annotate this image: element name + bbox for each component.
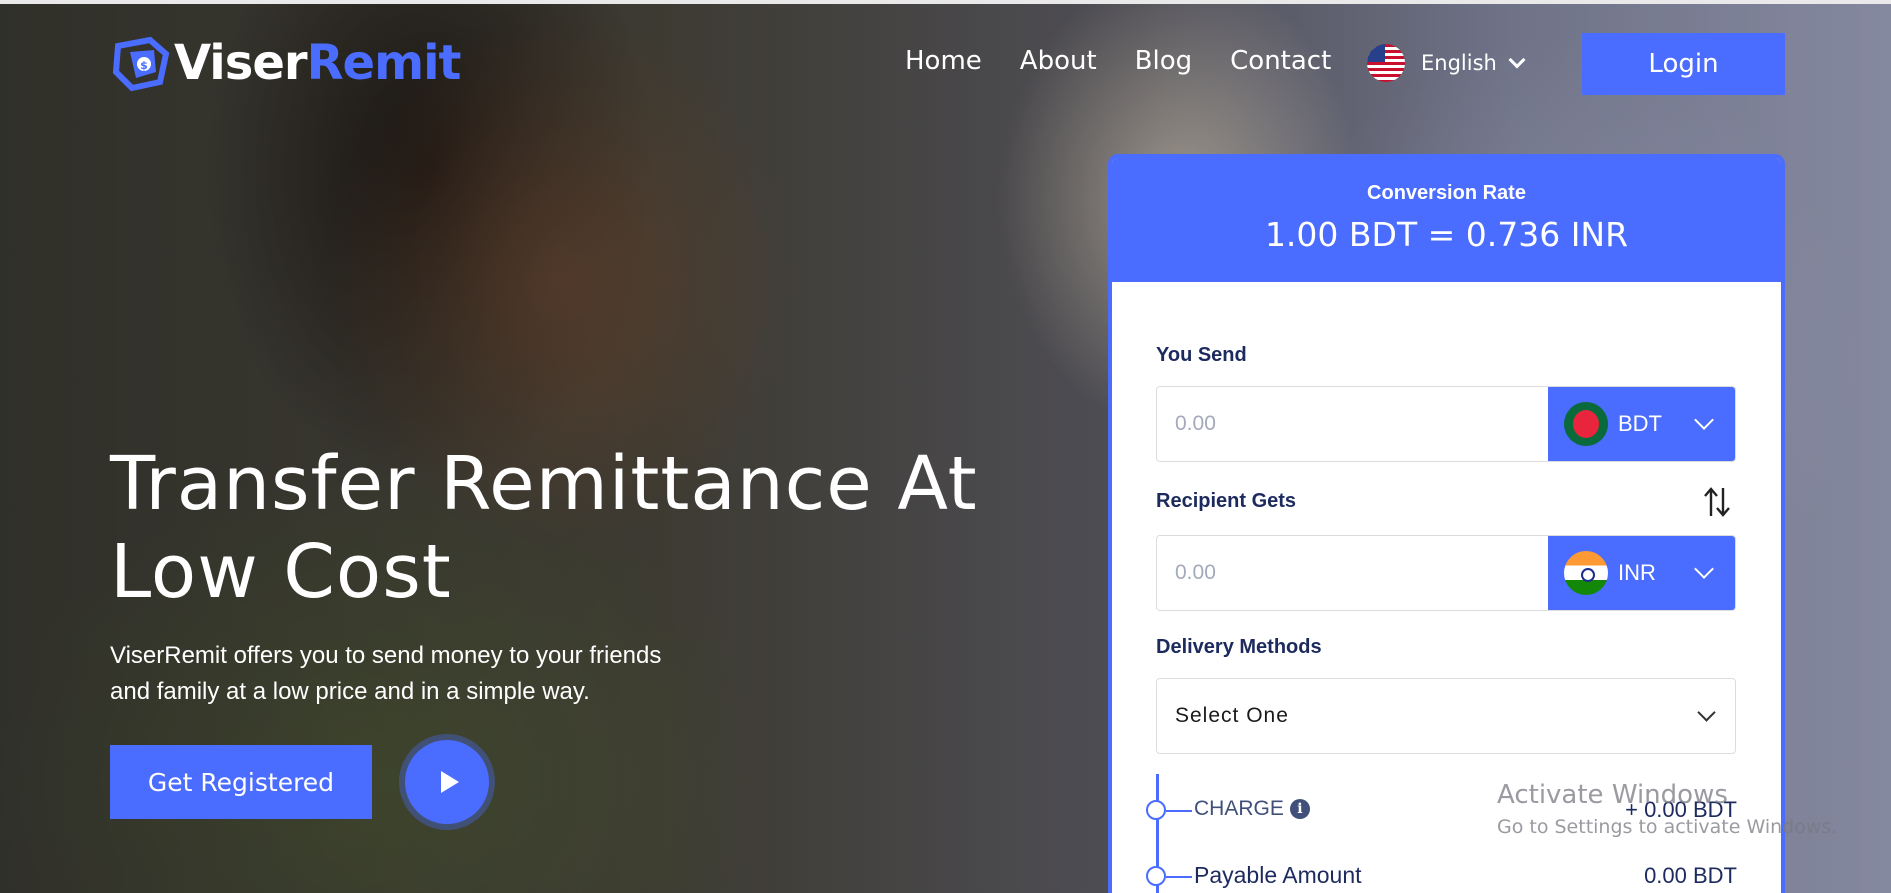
timeline-connector xyxy=(1166,876,1192,878)
delivery-method-selected: Select One xyxy=(1175,704,1289,727)
receive-currency-select[interactable]: INR xyxy=(1548,536,1735,610)
payable-amount-value: 0.00 BDT xyxy=(1644,863,1737,888)
charge-label-text: CHARGE xyxy=(1194,797,1284,820)
language-label: English xyxy=(1421,51,1497,75)
watermark-title: Activate Windows xyxy=(1497,780,1728,810)
browser-top-strip xyxy=(0,0,1891,4)
conversion-rate-value: 1.00 BDT = 0.736 INR xyxy=(1264,215,1629,254)
charge-label: CHARGE i xyxy=(1194,797,1310,821)
timeline-dot xyxy=(1146,800,1166,820)
send-currency-select[interactable]: BDT xyxy=(1548,387,1735,461)
chevron-down-icon xyxy=(1508,51,1526,69)
logo-icon: $ xyxy=(112,36,170,92)
hero-description-line2: and family at a low price and in a simpl… xyxy=(110,678,590,705)
login-button[interactable]: Login xyxy=(1582,33,1785,95)
timeline-connector xyxy=(1166,810,1192,812)
nav-contact[interactable]: Contact xyxy=(1230,46,1331,76)
recipient-gets-label: Recipient Gets xyxy=(1156,490,1297,512)
send-currency-code: BDT xyxy=(1618,411,1662,436)
you-send-label: You Send xyxy=(1156,344,1247,366)
conversion-rate-header: Conversion Rate 1.00 BDT = 0.736 INR xyxy=(1112,158,1781,282)
get-registered-button[interactable]: Get Registered xyxy=(110,745,372,819)
logo-wordmark: ViserRemit xyxy=(174,35,461,91)
bangladesh-flag-icon xyxy=(1564,402,1608,446)
main-nav: Home About Blog Contact xyxy=(905,46,1369,76)
play-icon xyxy=(440,771,459,793)
nav-about[interactable]: About xyxy=(1020,46,1097,76)
chevron-down-icon xyxy=(1694,410,1714,430)
us-flag-icon xyxy=(1367,44,1405,82)
send-amount-group: BDT xyxy=(1156,386,1736,462)
delivery-methods-label: Delivery Methods xyxy=(1156,636,1322,658)
nav-home[interactable]: Home xyxy=(905,46,982,76)
swap-arrows-icon[interactable] xyxy=(1702,486,1732,518)
logo-text-remit: Remit xyxy=(306,35,462,91)
timeline-dot xyxy=(1146,866,1166,886)
hero-title-line2: Low Cost xyxy=(110,529,452,615)
info-icon[interactable]: i xyxy=(1289,799,1310,819)
language-selector[interactable]: English xyxy=(1367,44,1526,82)
logo-text-viser: Viser xyxy=(174,35,308,91)
play-video-button[interactable] xyxy=(405,740,489,824)
hero-description: ViserRemit offers you to send money to y… xyxy=(110,638,710,710)
delivery-method-select[interactable]: Select One xyxy=(1156,678,1736,754)
send-amount-input[interactable] xyxy=(1157,387,1548,461)
chevron-down-icon xyxy=(1694,559,1714,579)
hero-title-line1: Transfer Remittance At xyxy=(110,441,978,527)
receive-amount-group: INR xyxy=(1156,535,1736,611)
nav-blog[interactable]: Blog xyxy=(1135,46,1192,76)
hero-description-line1: ViserRemit offers you to send money to y… xyxy=(110,642,662,669)
conversion-rate-label: Conversion Rate xyxy=(1367,182,1526,204)
svg-text:$: $ xyxy=(140,59,148,72)
hero-title: Transfer Remittance At Low Cost xyxy=(110,440,1010,616)
receive-amount-input[interactable] xyxy=(1157,536,1548,610)
receive-currency-code: INR xyxy=(1618,560,1656,585)
india-flag-icon xyxy=(1564,551,1608,595)
site-logo[interactable]: $ ViserRemit xyxy=(110,30,461,96)
payable-amount-label: Payable Amount xyxy=(1194,862,1362,888)
windows-activation-watermark: Activate Windows Go to Settings to activ… xyxy=(1497,780,1837,838)
chevron-down-icon xyxy=(1697,702,1716,722)
watermark-subtitle: Go to Settings to activate Windows. xyxy=(1497,816,1838,838)
